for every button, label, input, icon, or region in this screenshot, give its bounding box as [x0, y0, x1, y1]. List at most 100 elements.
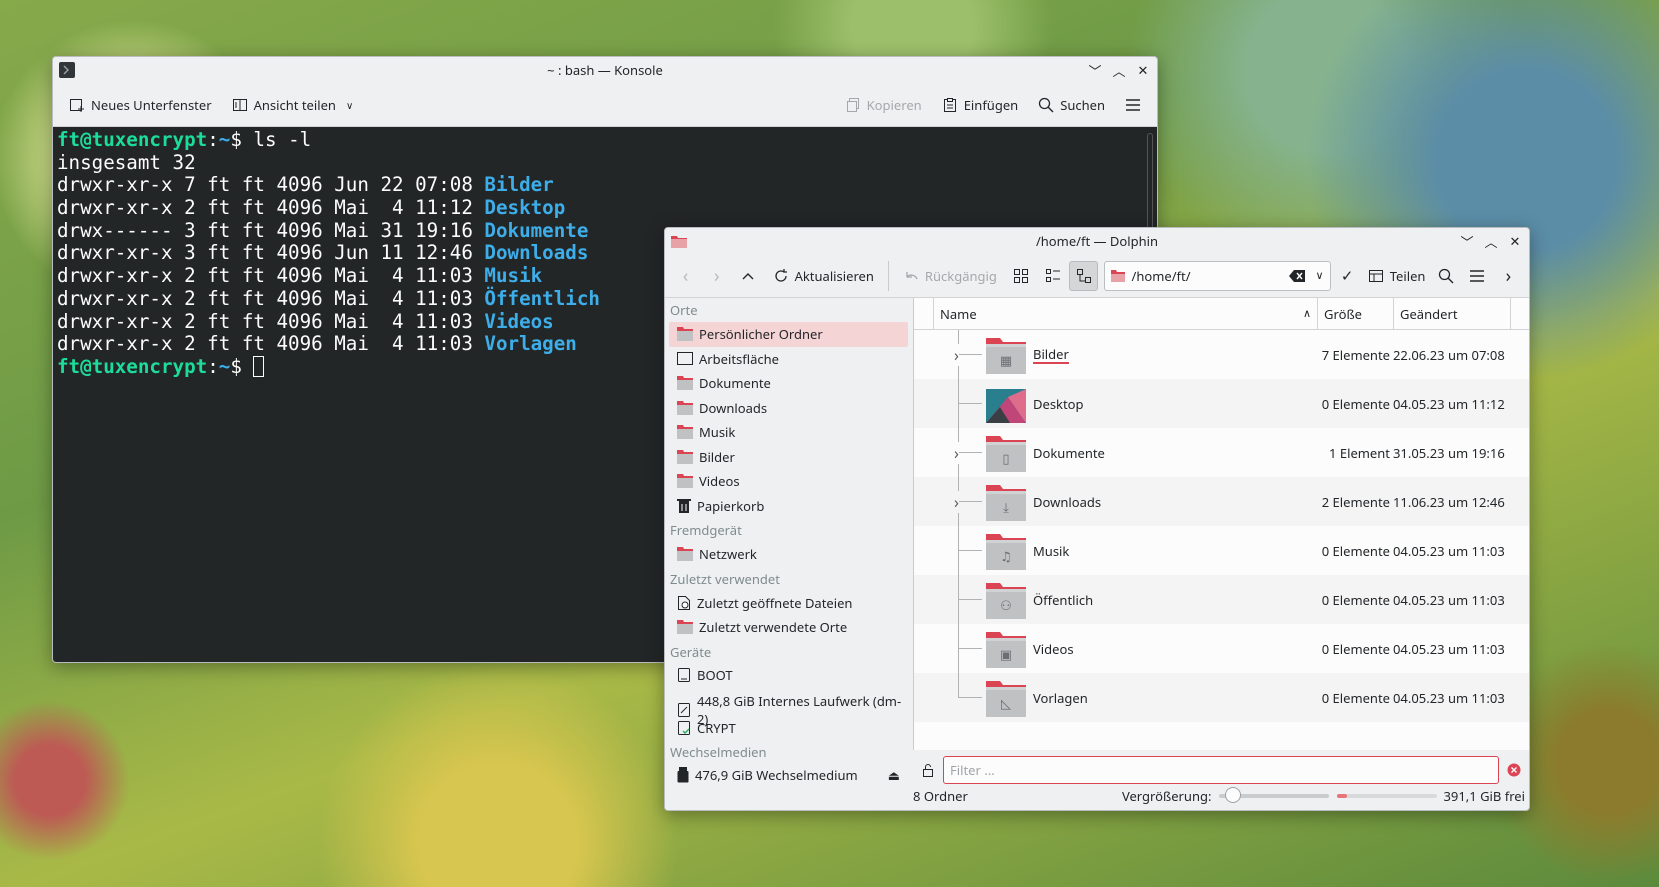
file-row[interactable]: › ▦ Bilder 7 Elemente 22.06.23 um 07:08 — [914, 330, 1529, 379]
column-size[interactable]: Größe — [1318, 298, 1394, 329]
expand-chevron-icon[interactable]: › — [954, 343, 959, 366]
places-item-desktop[interactable]: Arbeitsfläche — [669, 347, 908, 372]
prompt-user: ft@tuxencrypt — [57, 354, 208, 378]
places-item-label: Downloads — [699, 398, 768, 417]
file-row[interactable]: ◺ Vorlagen 0 Elemente 04.05.23 um 11:03 — [914, 673, 1529, 722]
file-row[interactable]: › ▯ Dokumente 1 Element 31.05.23 um 19:16 — [914, 428, 1529, 477]
close-icon[interactable]: ✕ — [1133, 60, 1153, 80]
confirm-location-button[interactable]: ✓ — [1333, 261, 1362, 291]
tree-branch — [958, 403, 982, 404]
entry-meta: drwxr-xr-x 2 ft ft 4096 Mai 4 11:03 — [57, 264, 485, 288]
file-name[interactable]: Videos — [1033, 640, 1074, 658]
places-panel: Orte Persönlicher Ordner Arbeitsfläche Doku… — [665, 298, 912, 810]
file-name[interactable]: Dokumente — [1033, 444, 1105, 462]
file-row[interactable]: ♫ Musik 0 Elemente 04.05.23 um 11:03 — [914, 526, 1529, 575]
column-name[interactable]: Name ∧ — [934, 298, 1318, 329]
chevron-down-icon[interactable]: ∨ — [1315, 268, 1323, 283]
search-button[interactable] — [1431, 261, 1460, 291]
free-space-label: 391,1 GiB frei — [1443, 787, 1525, 805]
file-name[interactable]: Desktop — [1033, 395, 1084, 413]
places-item-encrypted-drive[interactable]: 448,8 GiB Internes Laufwerk (dm-2) — [669, 690, 908, 728]
expand-chevron-icon[interactable]: › — [954, 490, 959, 513]
checkmark-icon: ✓ — [1340, 265, 1354, 286]
file-name[interactable]: Vorlagen — [1033, 689, 1088, 707]
reload-button[interactable]: Aktualisieren — [765, 261, 882, 291]
lock-icon[interactable] — [921, 763, 935, 777]
new-tab-button[interactable]: Neues Unterfenster — [61, 90, 220, 120]
forward-button[interactable]: › — [702, 261, 731, 291]
file-row[interactable]: Desktop 0 Elemente 04.05.23 um 11:12 — [914, 379, 1529, 428]
copy-button[interactable]: Kopieren — [837, 90, 930, 120]
eject-icon[interactable]: ⏏ — [888, 766, 900, 784]
dolphin-titlebar[interactable]: /home/ft — Dolphin ﹀ ︿ ✕ — [665, 228, 1529, 254]
file-name[interactable]: Downloads — [1033, 493, 1101, 511]
item-count: 8 Ordner — [913, 787, 968, 805]
file-name[interactable]: Bilder — [1033, 346, 1069, 364]
hamburger-menu-button[interactable] — [1117, 90, 1149, 120]
places-item-docs[interactable]: Dokumente — [669, 371, 908, 396]
file-row[interactable]: ⚇ Öffentlich 0 Elemente 04.05.23 um 11:03 — [914, 575, 1529, 624]
close-icon[interactable]: ✕ — [1505, 231, 1525, 251]
header-spacer — [914, 298, 934, 329]
filter-input[interactable]: Filter ... — [943, 756, 1499, 784]
split-view-icon — [232, 98, 247, 111]
minimize-icon[interactable]: ﹀ — [1085, 60, 1105, 80]
find-button[interactable]: Suchen — [1030, 90, 1113, 120]
chevron-down-icon: ∨ — [345, 97, 354, 112]
places-item-drive[interactable]: BOOT — [669, 664, 908, 690]
hamburger-menu-icon — [1470, 269, 1485, 282]
file-row[interactable]: ▣ Videos 0 Elemente 04.05.23 um 11:03 — [914, 624, 1529, 673]
places-item-trash[interactable]: Papierkorb — [669, 494, 908, 519]
close-filter-icon[interactable] — [1507, 763, 1521, 777]
desktop-icon — [677, 351, 693, 366]
window-title: /home/ft — Dolphin — [1035, 232, 1159, 250]
share-button[interactable]: Teilen — [1364, 261, 1430, 291]
places-item-network[interactable]: Netzwerk — [669, 542, 908, 567]
terminal-line: drwxr-xr-x 2 ft ft 4096 Mai 4 11:12 Desk… — [57, 196, 1157, 220]
places-item-downloads[interactable]: Downloads — [669, 396, 908, 421]
up-button[interactable] — [733, 261, 762, 291]
file-name[interactable]: Musik — [1033, 542, 1069, 560]
location-bar[interactable]: /home/ft/ ∨ — [1104, 260, 1331, 291]
places-item-recent-places[interactable]: Zuletzt verwendete Orte — [669, 615, 908, 640]
places-item-pictures[interactable]: Bilder — [669, 445, 908, 470]
places-item-recent-files[interactable]: Zuletzt geöffnete Dateien — [669, 591, 908, 616]
places-item-label: Zuletzt geöffnete Dateien — [697, 593, 853, 612]
overflow-button[interactable]: › — [1494, 261, 1523, 291]
details-view-button[interactable] — [1069, 260, 1099, 291]
maximize-icon[interactable]: ︿ — [1481, 231, 1501, 251]
file-name[interactable]: Öffentlich — [1033, 591, 1093, 609]
split-view-button[interactable]: Ansicht teilen ∨ — [224, 90, 362, 120]
file-size: 7 Elemente — [1321, 345, 1390, 364]
places-item-home[interactable]: Persönlicher Ordner — [669, 322, 908, 347]
zoom-slider[interactable] — [1219, 787, 1330, 803]
places-item-label: Musik — [699, 423, 736, 442]
undo-button[interactable]: Rückgängig — [895, 261, 1005, 291]
zoom-slider-handle[interactable] — [1224, 787, 1241, 803]
svg-text:▦: ▦ — [1000, 354, 1012, 369]
minimize-icon[interactable]: ﹀ — [1457, 231, 1477, 251]
places-item-music[interactable]: Musik — [669, 420, 908, 445]
hamburger-menu-button[interactable] — [1463, 261, 1492, 291]
tree-branch — [958, 697, 982, 698]
places-section-header: Zuletzt verwendet — [670, 569, 780, 588]
konsole-titlebar[interactable]: ~ : bash — Konsole ﹀ ︿ ✕ — [53, 57, 1157, 83]
prompt-path: ~ — [218, 354, 231, 378]
icons-view-button[interactable] — [1007, 261, 1036, 291]
places-item-usb-drive[interactable]: ⏏ 476,9 GiB Wechselmedium — [669, 764, 908, 790]
maximize-icon[interactable]: ︿ — [1109, 60, 1129, 80]
recent-files-icon — [677, 595, 691, 611]
places-item-videos[interactable]: Videos — [669, 469, 908, 494]
clear-text-icon[interactable] — [1289, 269, 1306, 282]
home-icon — [677, 327, 693, 342]
file-row[interactable]: › ⤓ Downloads 2 Elemente 11.06.23 um 12:46 — [914, 477, 1529, 526]
back-button[interactable]: ‹ — [671, 261, 700, 291]
column-modified[interactable]: Geändert — [1394, 298, 1511, 329]
split-view-label: Ansicht teilen — [253, 95, 336, 114]
file-view[interactable]: Name ∧ Größe Geändert › ▦ Bilder 7 Elemente 2… — [913, 298, 1529, 750]
paste-button[interactable]: Einfügen — [934, 90, 1026, 120]
desktop-icon — [986, 387, 1026, 423]
compact-view-button[interactable] — [1038, 261, 1067, 291]
expand-chevron-icon[interactable]: › — [954, 441, 959, 464]
back-arrow-icon: ‹ — [682, 263, 689, 288]
